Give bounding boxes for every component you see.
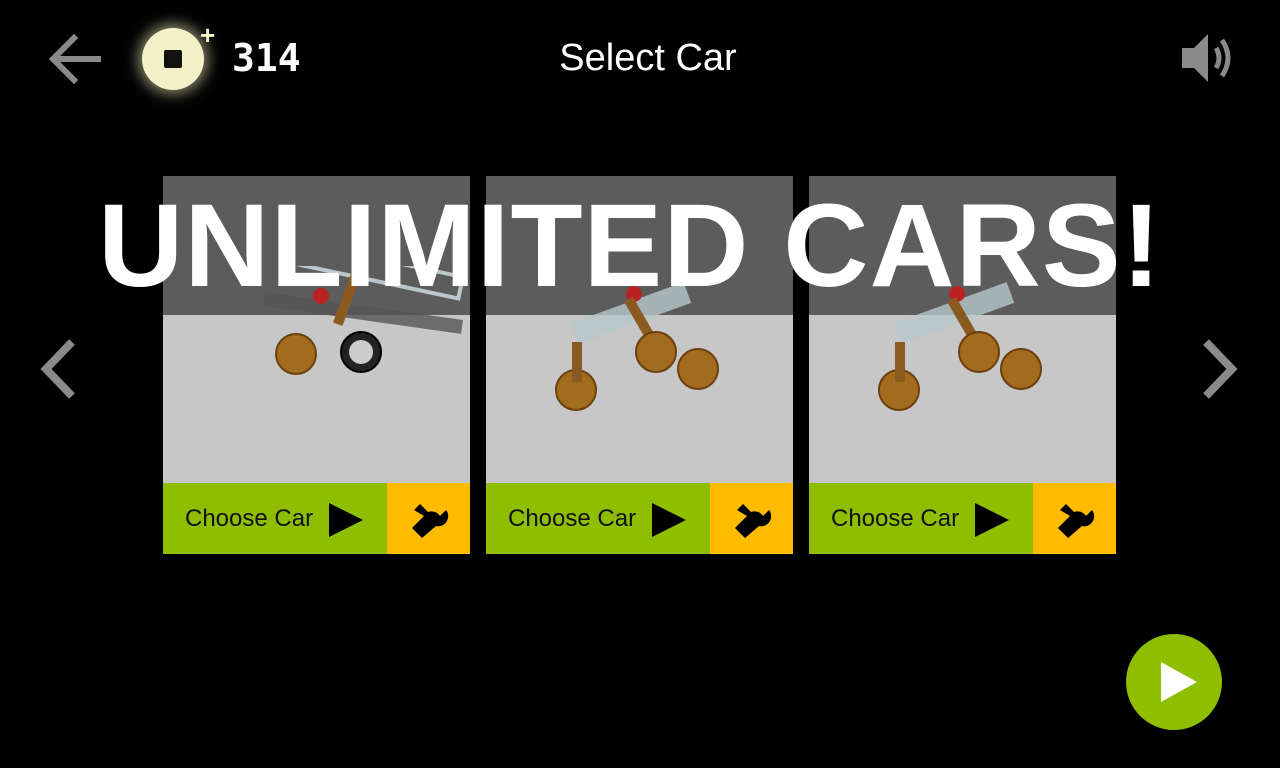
edit-car-button[interactable] xyxy=(387,483,470,554)
speaker-icon xyxy=(1182,34,1231,82)
next-page-button[interactable] xyxy=(1194,336,1244,402)
chevron-left-icon xyxy=(40,339,75,399)
edit-car-button[interactable] xyxy=(1033,483,1116,554)
choose-car-label: Choose Car xyxy=(185,505,314,532)
choose-car-label: Choose Car xyxy=(831,505,960,532)
car-card-1: Choose Car xyxy=(163,176,470,554)
edit-car-button[interactable] xyxy=(710,483,793,554)
car-card-2: Choose Car xyxy=(486,176,793,554)
choose-car-button[interactable]: Choose Car xyxy=(163,483,387,554)
wrench-icon xyxy=(412,504,449,538)
wrench-icon xyxy=(1058,504,1095,538)
car-card-3: Choose Car xyxy=(809,176,1116,554)
wrench-icon xyxy=(735,504,772,538)
choose-car-button[interactable]: Choose Car xyxy=(809,483,1033,554)
car-preview-image xyxy=(260,266,466,375)
sound-button[interactable] xyxy=(1178,28,1238,88)
choose-car-button[interactable]: Choose Car xyxy=(486,483,710,554)
car-preview-image xyxy=(555,282,719,411)
previous-page-button[interactable] xyxy=(36,336,86,402)
play-triangle-icon xyxy=(975,503,1009,537)
play-icon xyxy=(1161,662,1197,702)
start-button[interactable] xyxy=(1126,634,1222,730)
play-triangle-icon xyxy=(329,503,363,537)
car-preview-image xyxy=(878,282,1042,411)
page-title: Select Car xyxy=(559,37,737,79)
choose-car-label: Choose Car xyxy=(508,505,637,532)
chevron-right-icon xyxy=(1203,339,1238,399)
play-triangle-icon xyxy=(652,503,686,537)
